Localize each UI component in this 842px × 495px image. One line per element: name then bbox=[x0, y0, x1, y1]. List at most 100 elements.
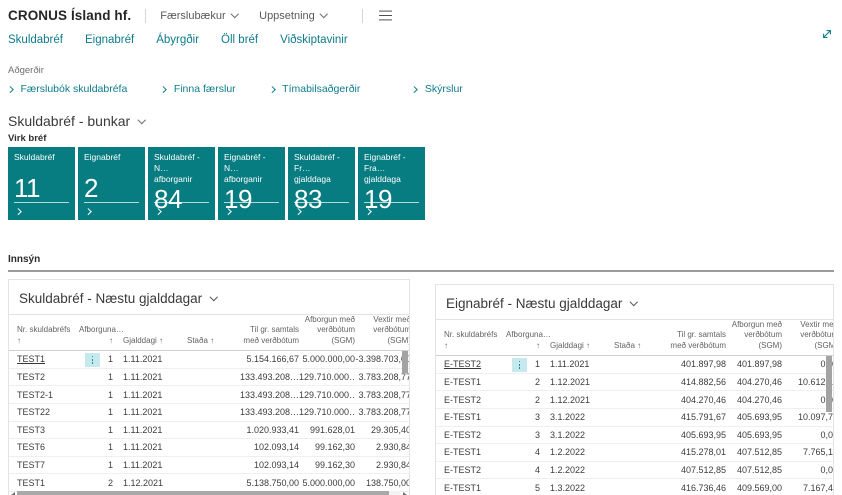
horizontal-scrollbar-thumb[interactable] bbox=[17, 491, 389, 495]
row-menu-icon[interactable] bbox=[85, 353, 100, 368]
nav-item-vidskiptavinir[interactable]: Viðskiptavinir bbox=[280, 34, 348, 46]
table-cell: 407.512,85 bbox=[648, 465, 726, 475]
record-link[interactable]: TEST22 bbox=[17, 407, 50, 417]
column-header[interactable]: Staða ↑ bbox=[604, 341, 648, 351]
table-cell: 133.493.208… bbox=[221, 372, 299, 382]
hamburger-menu-icon[interactable] bbox=[379, 15, 392, 17]
record-link[interactable]: E-TEST1 bbox=[444, 377, 481, 387]
table-cell: 1.11.2021 bbox=[113, 390, 177, 400]
scroll-right-icon[interactable] bbox=[403, 492, 407, 495]
divider bbox=[362, 9, 363, 23]
record-link[interactable]: TEST7 bbox=[17, 460, 45, 470]
nav-item-oll-bref[interactable]: Öll bréf bbox=[221, 34, 258, 46]
table-cell: 1 bbox=[79, 390, 113, 400]
table-row[interactable]: E-TEST241.2.2022407.512,85407.512,850,00 bbox=[436, 462, 833, 480]
column-header[interactable]: Afborgun með verðbótum (SGM) bbox=[726, 320, 782, 351]
cue-tile[interactable]: Eignabréf - N… afborganir19 bbox=[218, 147, 285, 220]
table-row[interactable]: E-TEST233.1.2022405.693,95405.693,950,00 bbox=[436, 427, 833, 445]
vertical-scrollbar-thumb[interactable] bbox=[402, 351, 408, 373]
column-header[interactable]: Vextir með verðbótum (SGM) bbox=[782, 320, 834, 351]
action-timabilsadgerdir[interactable]: Tímabilsaðgerðir bbox=[270, 83, 361, 95]
table-row[interactable]: E-TEST121.12.2021414.882,56404.270,4610.… bbox=[436, 374, 833, 392]
table-cell: 133.493.208… bbox=[221, 390, 299, 400]
column-header[interactable]: Gjalddagi ↑ bbox=[113, 336, 177, 346]
cues-heading[interactable]: Skuldabréf - bunkar bbox=[8, 113, 834, 129]
action-skyrslur[interactable]: Skýrslur bbox=[412, 83, 462, 95]
table-row[interactable]: TEST311.11.20211.020.933,41991.628,0129.… bbox=[9, 422, 409, 440]
action-faerslubok-skuldabrefa[interactable]: Færslubók skuldabréfa bbox=[8, 83, 127, 95]
horizontal-scrollbar[interactable] bbox=[11, 490, 407, 495]
cue-tile[interactable]: Skuldabréf - N… afborganir84 bbox=[148, 147, 215, 220]
table-row[interactable]: TEST211.11.2021133.493.208…129.710.000…3… bbox=[9, 369, 409, 387]
chevron-down-icon bbox=[630, 298, 638, 306]
actions-section: Aðgerðir Færslubók skuldabréfa Finna fær… bbox=[8, 65, 834, 95]
table-cell: 2.930,84 bbox=[355, 442, 410, 452]
cue-tile[interactable]: Skuldabréf11 bbox=[8, 147, 75, 220]
column-header[interactable]: Afborguna… ↑ bbox=[506, 330, 540, 351]
table-row[interactable]: E-TEST221.12.2021404.270,46404.270,460,0… bbox=[436, 391, 833, 409]
card-title[interactable]: Skuldabréf - Næstu gjalddagar bbox=[9, 280, 409, 314]
menu-uppsetning[interactable]: Uppsetning bbox=[259, 10, 326, 22]
table-row[interactable]: TEST2-111.11.2021133.493.208…129.710.000… bbox=[9, 386, 409, 404]
table-cell: 5 bbox=[506, 483, 540, 493]
record-link[interactable]: E-TEST2 bbox=[444, 359, 481, 369]
cue-tile-title: Skuldabréf - N… afborganir bbox=[154, 152, 209, 185]
record-link[interactable]: TEST3 bbox=[17, 425, 45, 435]
column-header[interactable]: Vextir með verðbótum (SGM) bbox=[355, 315, 410, 346]
company-name[interactable]: CRONUS Ísland hf. bbox=[8, 8, 131, 23]
scroll-left-icon[interactable] bbox=[11, 492, 15, 495]
table-row[interactable]: E-TEST151.3.2022416.736,46409.569,007.16… bbox=[436, 479, 833, 495]
record-link[interactable]: E-TEST1 bbox=[444, 447, 481, 457]
record-link[interactable]: TEST2-1 bbox=[17, 390, 53, 400]
column-header[interactable]: Nr. skuldabréfs ↑ bbox=[436, 330, 506, 351]
table-row[interactable]: E-TEST141.2.2022415.278,01407.512,857.76… bbox=[436, 444, 833, 462]
menu-faerslubaekur[interactable]: Færslubækur bbox=[160, 10, 237, 22]
row-menu-icon[interactable] bbox=[512, 358, 527, 373]
card-title[interactable]: Eignabréf - Næstu gjalddagar bbox=[436, 285, 833, 319]
nav-item-skuldabref[interactable]: Skuldabréf bbox=[8, 34, 63, 46]
column-header[interactable]: Afborguna… ↑ bbox=[79, 325, 113, 346]
cue-tile-value: 83 bbox=[294, 186, 349, 212]
table-row[interactable]: TEST111.11.20215.154.166,675.000.000,00-… bbox=[9, 351, 409, 369]
column-header[interactable]: Til gr. samtals með verðbótum bbox=[221, 325, 299, 346]
column-header[interactable]: Staða ↑ bbox=[177, 336, 221, 346]
column-header[interactable]: Nr. skuldabréfs ↑ bbox=[9, 325, 79, 346]
cue-tile[interactable]: Skuldabréf - Fr… gjalddaga83 bbox=[288, 147, 355, 220]
table-row[interactable]: E-TEST133.1.2022415.791,67405.693,9510.0… bbox=[436, 409, 833, 427]
record-link[interactable]: E-TEST2 bbox=[444, 430, 481, 440]
table-cell: 4 bbox=[506, 465, 540, 475]
vertical-scrollbar-thumb[interactable] bbox=[826, 356, 832, 412]
table-cell: 1.11.2021 bbox=[113, 425, 177, 435]
table-cell: 414.882,56 bbox=[648, 377, 726, 387]
table-row[interactable]: E-TEST211.11.2021401.897,98401.897,980,0… bbox=[436, 356, 833, 374]
record-link[interactable]: E-TEST2 bbox=[444, 395, 481, 405]
card-eignabref-naestu-gjalddagar: Eignabréf - Næstu gjalddagar Nr. skuldab… bbox=[435, 284, 834, 495]
record-link[interactable]: TEST6 bbox=[17, 442, 45, 452]
column-header[interactable]: Til gr. samtals með verðbótum bbox=[648, 330, 726, 351]
table-row[interactable]: TEST611.11.2021102.093,1499.162,302.930,… bbox=[9, 439, 409, 457]
table-cell: 1.12.2021 bbox=[540, 377, 604, 387]
record-link[interactable]: E-TEST2 bbox=[444, 465, 481, 475]
table-row[interactable]: TEST711.11.2021102.093,1499.162,302.930,… bbox=[9, 457, 409, 475]
nav-item-eignabref[interactable]: Eignabréf bbox=[85, 34, 134, 46]
section-rule bbox=[8, 270, 834, 272]
cue-tile[interactable]: Eignabréf - Fra… gjalddaga19 bbox=[358, 147, 425, 220]
record-link[interactable]: E-TEST1 bbox=[444, 483, 481, 493]
top-bar: CRONUS Ísland hf. Færslubækur Uppsetning bbox=[8, 0, 834, 24]
cue-tile[interactable]: Eignabréf2 bbox=[78, 147, 145, 220]
column-header[interactable]: Gjalddagi ↑ bbox=[540, 341, 604, 351]
table-cell: 1.3.2022 bbox=[540, 483, 604, 493]
record-link[interactable]: TEST1 bbox=[17, 478, 45, 488]
table-row[interactable]: TEST2211.11.2021133.493.208…129.710.000…… bbox=[9, 404, 409, 422]
table-cell: 407.512,85 bbox=[726, 447, 782, 457]
expand-icon[interactable] bbox=[821, 27, 833, 45]
table-cell: E-TEST2 bbox=[436, 465, 506, 475]
record-link[interactable]: TEST1 bbox=[17, 354, 45, 364]
record-link[interactable]: TEST2 bbox=[17, 372, 45, 382]
tile-divider bbox=[84, 202, 139, 203]
table-cell: 1.11.2021 bbox=[113, 442, 177, 452]
record-link[interactable]: E-TEST1 bbox=[444, 412, 481, 422]
nav-item-abyrgdir[interactable]: Ábyrgðir bbox=[156, 34, 199, 46]
column-header[interactable]: Afborgun með verðbótum (SGM) bbox=[299, 315, 355, 346]
action-finna-faerslur[interactable]: Finna færslur bbox=[161, 83, 235, 95]
